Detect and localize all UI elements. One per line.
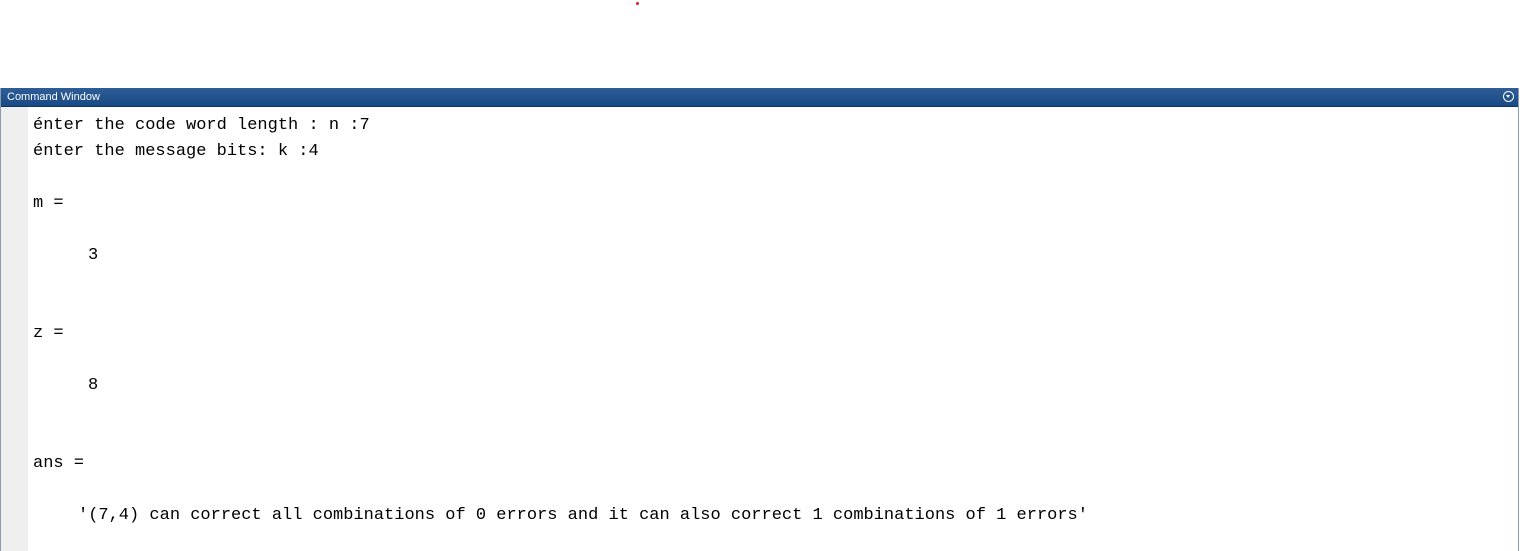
command-window-titlebar[interactable]: Command Window (1, 88, 1518, 107)
console-line-value-m: 3 (88, 246, 99, 265)
command-window-title: Command Window (7, 91, 100, 103)
console-output[interactable]: énter the code word length : n :7 énter … (33, 107, 1508, 551)
command-window-gutter (1, 107, 28, 551)
window-actions-menu-icon[interactable] (1503, 91, 1514, 102)
console-line-var-ans: ans = (33, 454, 85, 473)
console-line-var-m: m = (33, 194, 64, 213)
cursor-marker (636, 2, 639, 5)
command-window[interactable]: Command Window énter the code word lengt… (0, 88, 1519, 551)
console-line-value-z: 8 (88, 376, 99, 395)
matlab-desktop: Command Window énter the code word lengt… (0, 0, 1525, 551)
console-line-prompt-n: énter the code word length : n :7 (33, 116, 370, 135)
console-line-var-z: z = (33, 324, 64, 343)
console-line-value-ans: '(7,4) can correct all combinations of 0… (78, 506, 1088, 525)
console-line-prompt-k: énter the message bits: k :4 (33, 142, 319, 161)
